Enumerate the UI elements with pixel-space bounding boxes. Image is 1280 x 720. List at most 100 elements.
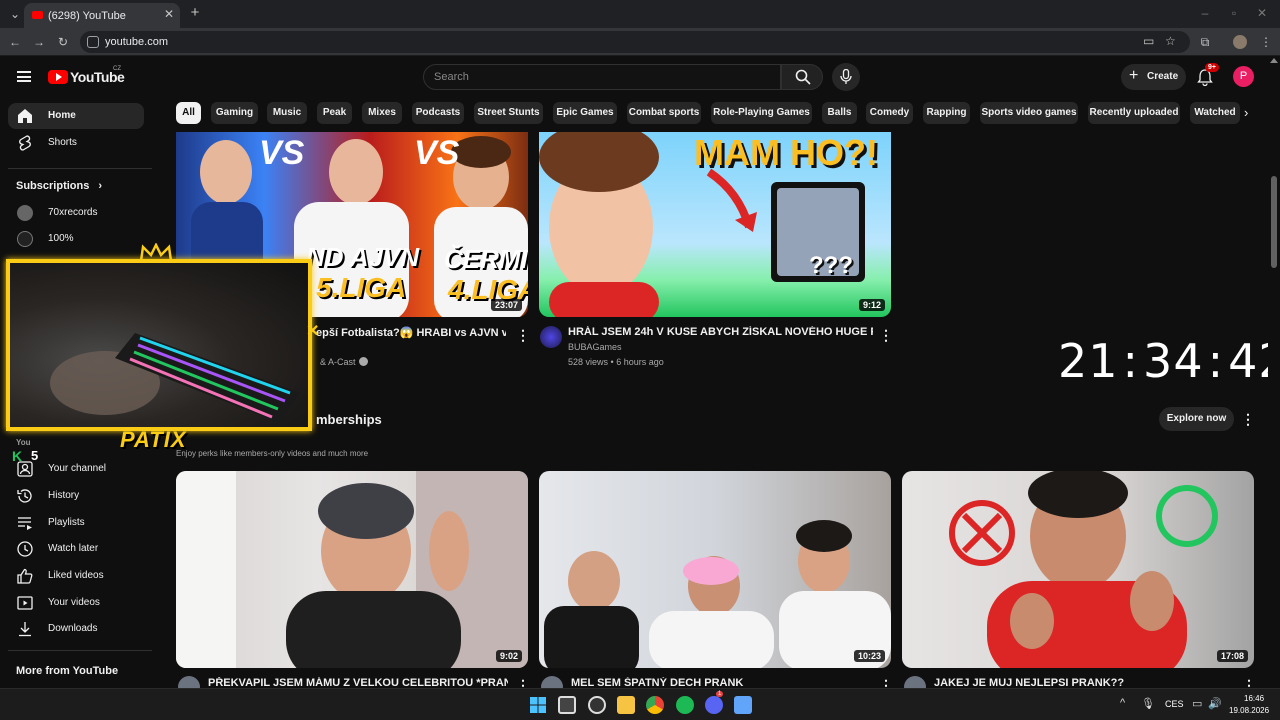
- sidebar-item-label: History: [48, 490, 80, 501]
- avatar-letter: P: [1239, 70, 1248, 82]
- chip-role-playing-games[interactable]: Role-Playing Games: [711, 102, 812, 124]
- thumbnail-text: ???: [809, 252, 853, 279]
- chip-sports-video-games[interactable]: Sports video games: [980, 102, 1078, 124]
- youtube-logo[interactable]: YouTube CZ: [48, 66, 128, 87]
- sidebar-item-history[interactable]: History: [8, 483, 144, 509]
- chip-balls[interactable]: Balls: [822, 102, 857, 124]
- reload-icon[interactable]: ↻: [56, 35, 70, 49]
- show-hidden-icons-icon[interactable]: ^: [1120, 697, 1125, 709]
- network-icon[interactable]: ▭: [1192, 697, 1202, 710]
- microphone-tray-icon[interactable]: 🎙: [1141, 697, 1155, 710]
- chip-rapping[interactable]: Rapping: [923, 102, 970, 124]
- close-window-icon[interactable]: ✕: [1255, 6, 1269, 20]
- sidebar-item-label: Liked videos: [48, 570, 104, 581]
- account-avatar[interactable]: P: [1233, 66, 1254, 87]
- sidebar-item-playlists[interactable]: Playlists: [8, 510, 144, 536]
- sidebar-item-label: Playlists: [48, 517, 85, 528]
- chip-comedy[interactable]: Comedy: [866, 102, 913, 124]
- chip-watched[interactable]: Watched: [1190, 102, 1240, 124]
- site-info-icon[interactable]: [87, 36, 99, 48]
- windows-start-icon[interactable]: [529, 696, 547, 714]
- tab-search-icon[interactable]: ⌄: [8, 7, 22, 21]
- memberships-title: mberships: [316, 412, 382, 427]
- chrome-menu-icon[interactable]: ⋮: [1260, 35, 1272, 49]
- channel-avatar[interactable]: [540, 326, 562, 348]
- new-tab-icon[interactable]: +: [188, 5, 202, 20]
- voice-search-button[interactable]: [832, 63, 860, 91]
- notifications-button[interactable]: 9+: [1195, 63, 1219, 88]
- clock-icon: [17, 541, 33, 557]
- video-menu-icon[interactable]: ⋮: [516, 328, 530, 342]
- sidebar-item-watch-later[interactable]: Watch later: [8, 536, 144, 562]
- sidebar-item-your-videos[interactable]: Your videos: [8, 590, 144, 616]
- chip-gaming[interactable]: Gaming: [211, 102, 258, 124]
- taskbar-date[interactable]: 19.08.2026: [1229, 706, 1269, 715]
- minimize-icon[interactable]: –: [1198, 6, 1212, 20]
- chip-combat-sports[interactable]: Combat sports: [627, 102, 701, 124]
- forward-icon[interactable]: →: [32, 35, 46, 49]
- chrome-icon[interactable]: [646, 696, 664, 714]
- chip-peak[interactable]: Peak: [317, 102, 352, 124]
- file-explorer-icon[interactable]: [617, 696, 635, 714]
- video-thumbnail[interactable]: 10:23: [539, 471, 891, 668]
- kick-viewer-counter: K 5: [12, 448, 52, 464]
- video-channel[interactable]: BUBAGames: [568, 342, 622, 352]
- section-menu-icon[interactable]: ⋮: [1241, 412, 1255, 426]
- sidebar-item-label: 100%: [48, 233, 74, 244]
- chip-podcasts[interactable]: Podcasts: [412, 102, 464, 124]
- video-title[interactable]: epší Fotbalista?😱 HRABI vs AJVN vs: [316, 326, 506, 339]
- create-button[interactable]: + Create: [1121, 64, 1186, 90]
- extensions-icon[interactable]: ⧉: [1198, 35, 1212, 49]
- page-scrollbar[interactable]: [1268, 56, 1280, 688]
- scroll-up-arrow-icon[interactable]: [1270, 58, 1278, 63]
- close-tab-icon[interactable]: ✕: [164, 7, 174, 21]
- chip-music[interactable]: Music: [267, 102, 307, 124]
- discord-icon[interactable]: 1: [705, 691, 724, 714]
- address-bar[interactable]: youtube.com ▭ ☆: [80, 31, 1190, 53]
- taskbar-time[interactable]: 16:46: [1244, 694, 1264, 703]
- video-channel[interactable]: & A-Cast: [320, 357, 356, 367]
- video-duration: 9:12: [858, 299, 885, 311]
- chip-all[interactable]: All: [176, 102, 201, 124]
- chip-mixes[interactable]: Mixes: [362, 102, 402, 124]
- chip-street-stunts[interactable]: Street Stunts: [474, 102, 543, 124]
- hamburger-menu-icon[interactable]: [17, 71, 31, 82]
- search-input[interactable]: Search: [423, 64, 781, 90]
- explore-now-button[interactable]: Explore now: [1159, 407, 1234, 431]
- sidebar-item-shorts[interactable]: Shorts: [8, 130, 144, 156]
- sidebar-divider: [8, 650, 152, 651]
- cast-icon[interactable]: ▭: [1143, 34, 1154, 48]
- video-thumbnail[interactable]: MAM HO?! ??? 9:12: [539, 132, 891, 317]
- search-button[interactable]: [781, 64, 823, 90]
- country-code: CZ: [113, 66, 121, 72]
- chips-next-arrow-icon[interactable]: ›: [1244, 104, 1258, 122]
- sidebar-item-home[interactable]: Home: [8, 103, 144, 129]
- scrollbar-thumb[interactable]: [1271, 176, 1277, 268]
- spotify-icon[interactable]: [676, 696, 694, 714]
- app-icon[interactable]: [734, 696, 752, 714]
- obs-icon[interactable]: [588, 696, 606, 714]
- bookmark-star-icon[interactable]: ☆: [1165, 34, 1176, 48]
- chip-recently-uploaded[interactable]: Recently uploaded: [1088, 102, 1180, 124]
- profile-avatar[interactable]: [1233, 35, 1247, 49]
- sidebar-sub-70xrecords[interactable]: 70xrecords: [8, 200, 144, 226]
- back-icon[interactable]: ←: [8, 35, 22, 49]
- task-view-icon[interactable]: [558, 696, 576, 714]
- clock-separator: :: [1207, 334, 1225, 388]
- chip-epic-games[interactable]: Epic Games: [553, 102, 617, 124]
- browser-tab[interactable]: (6298) YouTube ✕: [24, 3, 180, 28]
- maximize-icon[interactable]: ▫: [1227, 6, 1241, 20]
- subscriptions-header[interactable]: Subscriptions ›: [16, 180, 102, 192]
- volume-icon[interactable]: 🔊: [1208, 697, 1222, 710]
- close-x-icon: ✕: [306, 323, 320, 340]
- video-thumbnail[interactable]: 9:02: [176, 471, 528, 668]
- sidebar-item-downloads[interactable]: Downloads: [8, 616, 144, 642]
- video-duration: 10:23: [853, 650, 885, 662]
- sidebar-sub-100[interactable]: 100%: [8, 226, 144, 252]
- sidebar-item-liked-videos[interactable]: Liked videos: [8, 563, 144, 589]
- video-thumbnail[interactable]: 17:08: [902, 471, 1254, 668]
- webcam-overlay: ✕ PATIX K 5: [0, 243, 320, 464]
- video-menu-icon[interactable]: ⋮: [879, 328, 893, 342]
- video-title[interactable]: HRÁL JSEM 24h V KUSE ABYCH ZÍSKAL NOVÉHO…: [568, 326, 873, 338]
- language-indicator[interactable]: CES: [1165, 699, 1184, 709]
